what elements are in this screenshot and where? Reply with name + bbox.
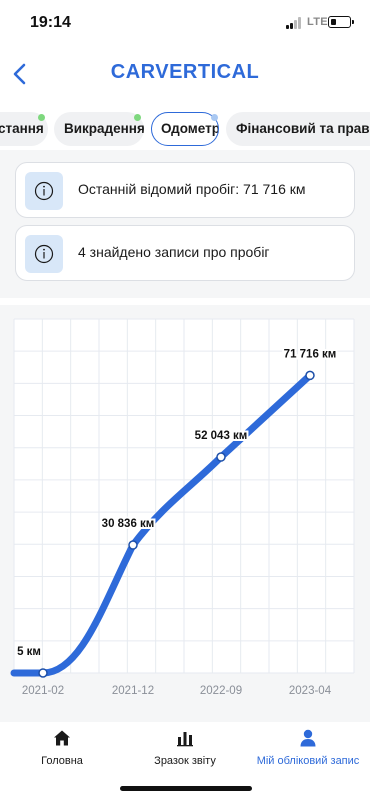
tab-label: Фінансовий та правовий статус bbox=[236, 121, 370, 136]
carvertical-logo[interactable]: CARVERTICAL bbox=[0, 61, 370, 84]
home-indicator bbox=[120, 786, 252, 791]
nav-my-account[interactable]: Мій обліковий запис bbox=[246, 728, 370, 767]
mileage-chart: 5 км 30 836 км 52 043 км 71 716 км 2021-02 20… bbox=[0, 305, 370, 723]
chart-data-point bbox=[38, 668, 48, 678]
tab-status-dot bbox=[38, 114, 45, 121]
tab-status-dot bbox=[134, 114, 141, 121]
user-icon bbox=[300, 729, 316, 747]
chart-x-tick-label: 2023-04 bbox=[289, 685, 332, 697]
chart-data-point bbox=[128, 540, 138, 550]
info-card-last-mileage: Останній відомий пробіг: 71 716 км bbox=[15, 162, 355, 218]
tab-theft[interactable]: Викрадення bbox=[54, 112, 144, 146]
info-icon bbox=[34, 181, 54, 201]
chart-x-tick-label: 2021-02 bbox=[22, 685, 64, 697]
mileage-chart-svg: 5 км 30 836 км 52 043 км 71 716 км 2021-02 20… bbox=[10, 318, 355, 697]
chart-data-point bbox=[305, 370, 315, 381]
chart-data-label: 30 836 км bbox=[102, 518, 155, 530]
nav-label: Головна bbox=[41, 755, 83, 767]
tab-label: стання bbox=[0, 121, 44, 136]
tab-odometer[interactable]: Одометр bbox=[151, 112, 219, 146]
chart-data-label: 71 716 км bbox=[284, 348, 337, 360]
odometer-summary: Останній відомий пробіг: 71 716 км 4 зна… bbox=[0, 150, 370, 298]
info-icon bbox=[34, 244, 54, 264]
battery-icon bbox=[328, 16, 354, 28]
tab-status-dot bbox=[211, 114, 218, 121]
nav-home[interactable]: Головна bbox=[0, 728, 124, 767]
tab-label: Викрадення bbox=[64, 121, 144, 136]
signal-icon bbox=[286, 17, 304, 29]
info-icon-container bbox=[25, 172, 63, 210]
info-icon-container bbox=[25, 235, 63, 273]
network-type: LTE bbox=[307, 16, 328, 28]
info-card-text: Останній відомий пробіг: 71 716 км bbox=[78, 181, 306, 197]
bar-chart-icon bbox=[177, 732, 193, 747]
app-header: CARVERTICAL bbox=[0, 46, 370, 102]
chart-data-label: 5 км bbox=[17, 646, 41, 658]
report-section-tabs: стання Викрадення Одометр Фінансовий та … bbox=[0, 112, 370, 148]
status-bar: 19:14 LTE bbox=[0, 0, 370, 46]
info-card-record-count: 4 знайдено записи про пробіг bbox=[15, 225, 355, 281]
chart-data-point bbox=[216, 452, 226, 462]
status-time: 19:14 bbox=[30, 14, 71, 31]
chart-data-label: 52 043 км bbox=[195, 430, 248, 442]
info-card-text: 4 знайдено записи про пробіг bbox=[78, 244, 270, 260]
nav-label: Мій обліковий запис bbox=[256, 755, 360, 767]
nav-label: Зразок звіту bbox=[154, 755, 216, 767]
nav-sample-report[interactable]: Зразок звіту bbox=[123, 728, 247, 767]
chart-x-tick-label: 2022-09 bbox=[200, 685, 242, 697]
chart-x-tick-label: 2021-12 bbox=[112, 685, 154, 697]
tab-label: Одометр bbox=[161, 121, 219, 136]
tab-financial-legal[interactable]: Фінансовий та правовий статус bbox=[226, 112, 370, 146]
home-icon bbox=[54, 730, 70, 746]
